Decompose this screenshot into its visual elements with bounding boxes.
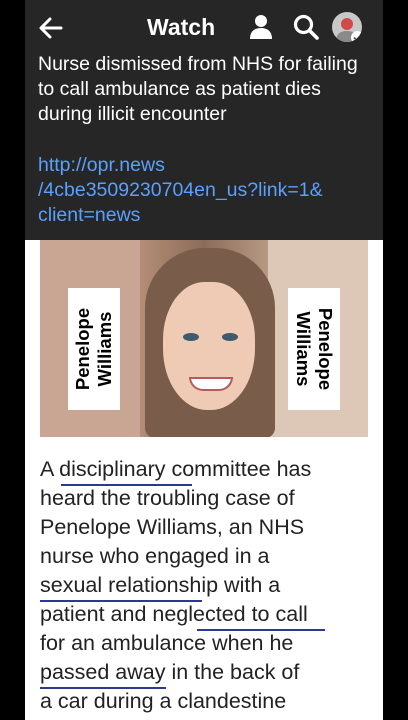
article-line: for an ambulance when he bbox=[40, 631, 294, 655]
article-image: Penelope Williams Penelope Williams bbox=[40, 240, 368, 437]
article-line: sexual relationship with a bbox=[40, 573, 281, 597]
check-badge-icon bbox=[351, 31, 362, 42]
highlight-underline bbox=[40, 687, 166, 689]
link-line[interactable]: /4cbe3509230704en_us?link=1& bbox=[38, 178, 373, 203]
highlight-underline bbox=[40, 600, 202, 602]
highlight-underline bbox=[197, 629, 325, 631]
article-line: Penelope Williams, an NHS bbox=[40, 515, 305, 539]
screen: Watch Nurse dismissed from NHS for faili… bbox=[25, 0, 383, 720]
name-label-left: Penelope Williams bbox=[68, 288, 120, 410]
page-title: Watch bbox=[147, 14, 216, 40]
article-line: nurse who engaged in a bbox=[40, 544, 270, 568]
article-body: A disciplinary committee has heard the t… bbox=[40, 455, 376, 716]
search-icon[interactable] bbox=[293, 14, 319, 40]
highlight-underline bbox=[61, 484, 192, 486]
back-arrow-icon[interactable] bbox=[37, 14, 65, 42]
person-icon[interactable] bbox=[249, 14, 273, 40]
name-label-text: Penelope Williams bbox=[72, 307, 115, 391]
article-line: heard the troubling case of bbox=[40, 486, 295, 510]
name-label-right: Penelope Williams bbox=[288, 288, 340, 410]
post-headline: Nurse dismissed from NHS for failing to … bbox=[38, 53, 358, 125]
article-line: a car during a clandestine bbox=[40, 689, 287, 713]
avatar[interactable] bbox=[332, 12, 362, 42]
portrait-eye bbox=[222, 333, 238, 341]
portrait-eye bbox=[183, 333, 199, 341]
article-line: patient and neglected to call bbox=[40, 602, 308, 626]
name-label-text: Penelope Williams bbox=[293, 307, 336, 391]
top-bar: Watch bbox=[25, 0, 383, 54]
news-link[interactable]: http://opr.news /4cbe3509230704en_us?lin… bbox=[38, 153, 373, 228]
link-line[interactable]: client=news bbox=[38, 203, 373, 228]
article-line: A disciplinary committee has bbox=[40, 457, 312, 481]
article-line: passed away in the back of bbox=[40, 660, 300, 684]
link-line[interactable]: http://opr.news bbox=[38, 153, 373, 178]
